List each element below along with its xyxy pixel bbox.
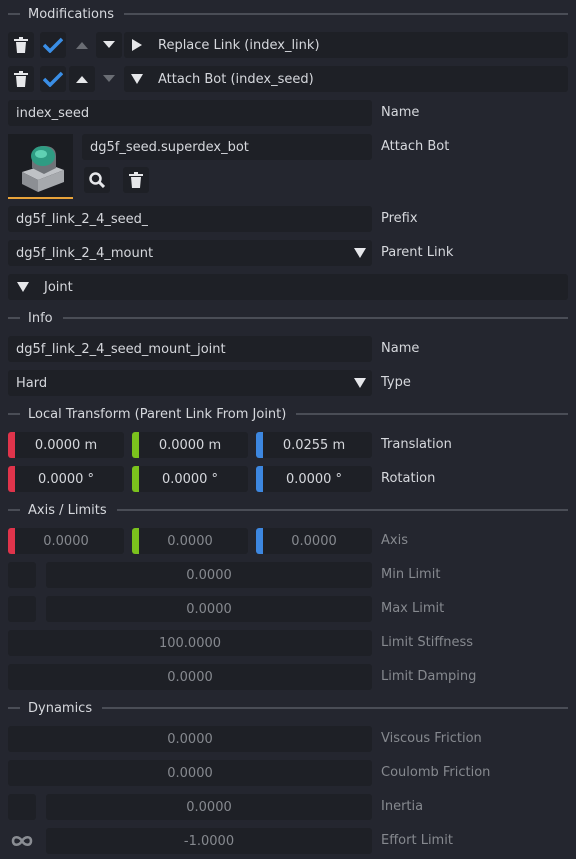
triangle-down-icon [131,74,143,84]
min-limit-label: Min Limit [381,567,441,582]
effort-limit-input[interactable]: -1.0000 [46,828,372,854]
chevron-down-icon [354,378,366,388]
inertia-toggle[interactable] [8,794,36,820]
enable-mod-toggle[interactable] [40,32,66,58]
check-icon [43,37,63,53]
parent-link-dropdown[interactable]: dg5f_link_2_4_mount [8,240,372,266]
trash-icon [129,172,143,188]
section-info: Info [8,308,568,328]
chevron-down-icon [354,248,366,258]
viscous-friction-label: Viscous Friction [381,731,482,746]
limit-damping-input[interactable]: 0.0000 [8,664,372,690]
arrow-up-icon [76,42,88,49]
inertia-input[interactable]: 0.0000 [46,794,372,820]
parent-link-label: Parent Link [381,245,454,260]
move-up-button[interactable] [69,32,95,58]
joint-name-input[interactable]: dg5f_link_2_4_seed_mount_joint [8,336,372,362]
arrow-down-icon [103,41,115,48]
axis-x-input[interactable]: 0.0000 [8,528,124,554]
section-axis-limits: Axis / Limits [8,500,568,520]
rotation-label: Rotation [381,471,436,486]
trash-icon [14,37,28,53]
joint-type-dropdown[interactable]: Hard [8,370,372,396]
trash-icon [14,71,28,87]
coulomb-friction-label: Coulomb Friction [381,765,491,780]
move-down-button[interactable] [96,66,122,92]
translation-x-input[interactable]: 0.0000 m [8,432,124,458]
translation-label: Translation [381,437,452,452]
inertia-label: Inertia [381,799,424,814]
max-limit-toggle[interactable] [8,596,36,622]
viscous-friction-input[interactable]: 0.0000 [8,726,372,752]
coulomb-friction-input[interactable]: 0.0000 [8,760,372,786]
axis-y-input[interactable]: 0.0000 [132,528,248,554]
prefix-input[interactable]: dg5f_link_2_4_seed_ [8,206,372,232]
effort-unlimited-toggle[interactable] [8,828,36,854]
triangle-down-icon [17,282,29,292]
effort-limit-label: Effort Limit [381,833,453,848]
axis-label: Axis [381,533,408,548]
section-modifications: Modifications [8,4,568,24]
bot-thumbnail[interactable] [8,134,73,199]
joint-header-label: Joint [44,279,73,295]
min-limit-toggle[interactable] [8,562,36,588]
joint-name-label: Name [381,341,420,356]
mod-item-replace-link[interactable]: Replace Link (index_link) [124,32,568,58]
prefix-label: Prefix [381,211,418,226]
bot-model-icon [22,146,64,192]
arrow-up-icon [76,76,88,83]
mod-label: Attach Bot (index_seed) [158,71,314,87]
section-local-transform: Local Transform (Parent Link From Joint) [8,404,568,424]
move-down-button[interactable] [96,32,122,58]
search-bot-button[interactable] [84,167,110,193]
joint-type-label: Type [381,375,411,390]
rotation-x-input[interactable]: 0.0000 ° [8,466,124,492]
attach-name-input[interactable]: index_seed [8,100,372,126]
mod-label: Replace Link (index_link) [158,37,320,53]
limit-stiffness-input[interactable]: 100.0000 [8,630,372,656]
triangle-right-icon [132,39,142,51]
max-limit-label: Max Limit [381,601,445,616]
arrow-down-icon [103,75,115,82]
attach-bot-label: Attach Bot [381,139,450,154]
axis-z-input[interactable]: 0.0000 [256,528,372,554]
search-icon [89,172,105,188]
section-dynamics: Dynamics [8,698,568,718]
attach-name-label: Name [381,105,420,120]
clear-bot-button[interactable] [123,167,149,193]
joint-collapsible-header[interactable]: Joint [8,274,568,300]
translation-y-input[interactable]: 0.0000 m [132,432,248,458]
max-limit-input[interactable]: 0.0000 [46,596,372,622]
rotation-z-input[interactable]: 0.0000 ° [256,466,372,492]
infinity-icon [11,835,33,847]
move-up-button[interactable] [69,66,95,92]
delete-mod-button[interactable] [8,32,34,58]
attach-bot-input[interactable]: dg5f_seed.superdex_bot [82,134,372,160]
mod-item-attach-bot[interactable]: Attach Bot (index_seed) [124,66,568,92]
limit-damping-label: Limit Damping [381,669,477,684]
check-icon [43,71,63,87]
enable-mod-toggle[interactable] [40,66,66,92]
section-title: Modifications [28,6,115,22]
translation-z-input[interactable]: 0.0255 m [256,432,372,458]
min-limit-input[interactable]: 0.0000 [46,562,372,588]
delete-mod-button[interactable] [8,66,34,92]
limit-stiffness-label: Limit Stiffness [381,635,474,650]
rotation-y-input[interactable]: 0.0000 ° [132,466,248,492]
